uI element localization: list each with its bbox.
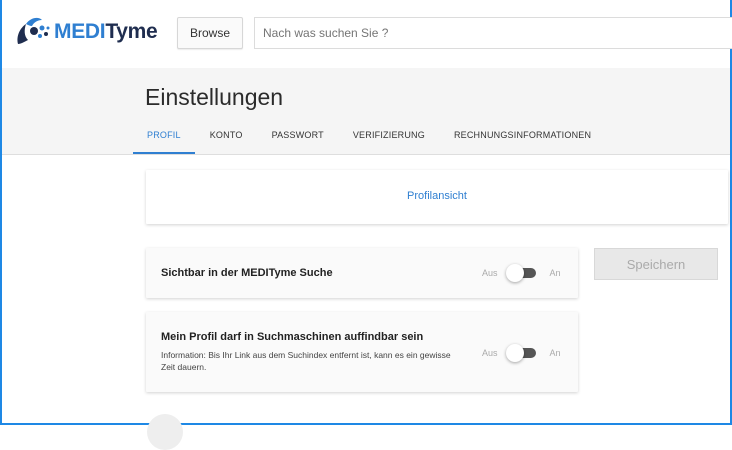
logo-text: MEDITyme	[54, 20, 158, 44]
indexing-toggle[interactable]	[505, 344, 536, 362]
tab-profil[interactable]: PROFIL	[133, 122, 195, 154]
visibility-toggle[interactable]	[505, 264, 536, 282]
tab-rechnungsinformationen[interactable]: RECHNUNGSINFORMATIONEN	[454, 122, 591, 154]
setting-search-visibility: Sichtbar in der MEDITyme Suche Aus An	[146, 248, 578, 298]
toggle-on-label: An	[549, 268, 561, 278]
setting-info: Information: Bis Ihr Link aus dem Suchin…	[161, 350, 451, 372]
settings-tabs: PROFIL KONTO PASSWORT VERIFIZIERUNG RECH…	[133, 122, 620, 154]
profile-view-card: Profilansicht	[146, 170, 728, 224]
setting-label: Sichtbar in der MEDITyme Suche	[161, 267, 333, 279]
logo[interactable]: MEDITyme	[12, 14, 158, 50]
search-input[interactable]	[254, 17, 732, 49]
setting-search-engine-indexing: Mein Profil darf in Suchmaschinen auffin…	[146, 312, 578, 392]
toggle-off-label: Aus	[482, 348, 498, 358]
page-title: Einstellungen	[145, 84, 284, 110]
tab-passwort[interactable]: PASSWORT	[272, 122, 324, 154]
setting-label: Mein Profil darf in Suchmaschinen auffin…	[161, 331, 424, 343]
partial-circle-button[interactable]	[147, 414, 183, 450]
browse-button[interactable]: Browse	[177, 17, 243, 49]
logo-text-prefix: MEDI	[54, 20, 106, 43]
toggle-on-label: An	[549, 348, 561, 358]
indexing-toggle-group: Aus An	[482, 344, 561, 362]
visibility-toggle-group: Aus An	[482, 264, 561, 282]
tab-verifizierung[interactable]: VERIFIZIERUNG	[353, 122, 425, 154]
logo-icon	[17, 17, 50, 44]
logo-text-suffix: Tyme	[105, 20, 158, 43]
toggle-knob	[505, 344, 524, 362]
toggle-knob	[505, 264, 524, 282]
profile-view-link[interactable]: Profilansicht	[146, 190, 728, 202]
save-button[interactable]: Speichern	[594, 248, 718, 280]
top-bar: MEDITyme Browse	[2, 0, 732, 69]
tab-konto[interactable]: KONTO	[210, 122, 243, 154]
toggle-off-label: Aus	[482, 268, 498, 278]
